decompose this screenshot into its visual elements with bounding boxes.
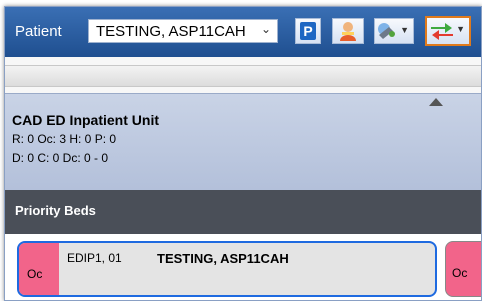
patient-toolbar: Patient TESTING, ASP11CAH ⌄ P ▼ ▼ [5, 7, 481, 57]
priority-beds-header: Priority Beds [5, 190, 481, 234]
chevron-down-icon: ⌄ [260, 22, 271, 36]
bed-card-partial[interactable]: Oc [445, 241, 481, 297]
actions-dropdown-button[interactable]: ▼ [374, 18, 414, 44]
swap-arrows-icon [431, 23, 453, 40]
bed-status-label: Oc [27, 267, 43, 281]
unit-stats-line1: R: 0 Oc: 3 H: 0 P: 0 [12, 132, 117, 146]
collapse-arrow-icon[interactable] [429, 98, 443, 106]
patient-dropdown[interactable]: TESTING, ASP11CAH ⌄ [88, 19, 278, 43]
dropdown-arrow-icon: ▼ [456, 24, 465, 34]
p-icon: P [300, 22, 316, 40]
unit-title: CAD ED Inpatient Unit [12, 112, 159, 128]
bed-status-badge: Oc [19, 243, 59, 295]
bed-patient-name: TESTING, ASP11CAH [157, 251, 289, 266]
unit-summary-panel[interactable]: CAD ED Inpatient Unit R: 0 Oc: 3 H: 0 P:… [5, 93, 481, 190]
patient-label: Patient [15, 23, 62, 40]
person-button[interactable] [332, 18, 364, 44]
bed-location: EDIP1, 01 [67, 251, 122, 265]
app-window: Patient TESTING, ASP11CAH ⌄ P ▼ ▼ CAD ED… [4, 6, 482, 301]
swap-dropdown-button[interactable]: ▼ [425, 16, 471, 46]
patient-dropdown-value: TESTING, ASP11CAH [96, 23, 246, 40]
priority-beds-title: Priority Beds [15, 203, 96, 218]
unit-stats-line2: D: 0 C: 0 Dc: 0 - 0 [12, 151, 109, 165]
bed-list: Oc EDIP1, 01 TESTING, ASP11CAH Oc [5, 234, 481, 300]
filter-strip [5, 65, 481, 87]
bed-card-selected[interactable]: Oc EDIP1, 01 TESTING, ASP11CAH [17, 241, 437, 297]
person-icon [340, 22, 356, 41]
action-icon [378, 23, 395, 39]
p-button[interactable]: P [295, 18, 321, 44]
bed-status-label: Oc [452, 266, 468, 280]
dropdown-arrow-icon: ▼ [400, 25, 409, 35]
